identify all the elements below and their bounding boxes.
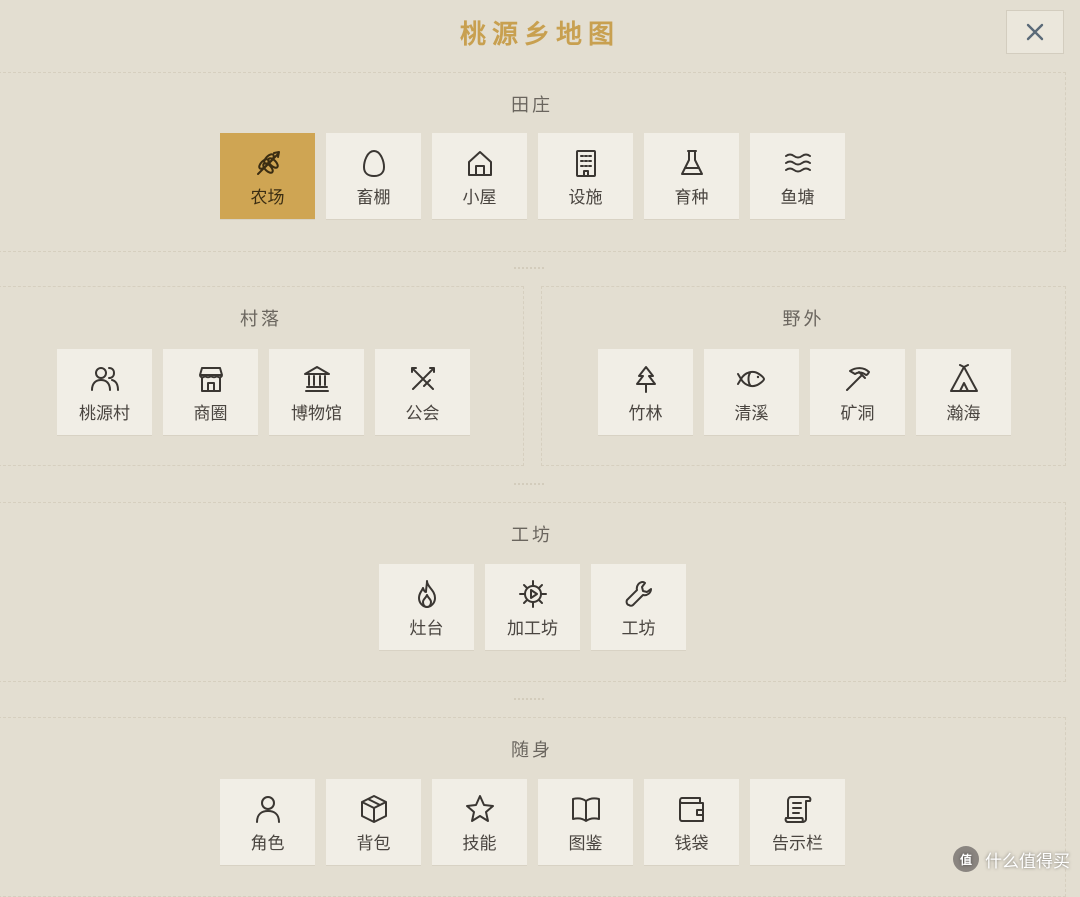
book-icon	[570, 793, 602, 825]
tile-tianzhuang-2[interactable]: 小屋	[432, 133, 527, 219]
gear-icon	[517, 578, 549, 610]
section-title: 随身	[511, 740, 553, 761]
tile-suishen-3[interactable]: 图鉴	[538, 779, 633, 865]
tile-label: 小屋	[462, 188, 497, 208]
tile-label: 畜棚	[356, 188, 391, 208]
tile-yewai-2[interactable]: 矿洞	[810, 349, 905, 435]
tile-label: 灶台	[409, 619, 444, 639]
tile-gongfang-1[interactable]: 加工坊	[485, 564, 580, 650]
tile-label: 角色	[250, 834, 285, 854]
waves-icon	[782, 147, 814, 179]
page-title: 桃源乡地图	[459, 20, 620, 50]
close-button[interactable]	[1006, 10, 1064, 54]
tile-tianzhuang-5[interactable]: 鱼塘	[750, 133, 845, 219]
tile-label: 育种	[674, 188, 709, 208]
flame-icon	[411, 578, 443, 610]
tile-gongfang-2[interactable]: 工坊	[591, 564, 686, 650]
section-suishen: 随身 角色 背包 技能 图鉴 钱袋 告示栏	[0, 717, 1066, 897]
watermark: 值 什么值得买	[953, 846, 1070, 872]
tile-row: 竹林 清溪 矿洞 瀚海	[598, 349, 1011, 435]
tile-row: 农场 畜棚 小屋 设施 育种 鱼塘	[220, 133, 845, 219]
tile-suishen-2[interactable]: 技能	[432, 779, 527, 865]
wheat-icon	[252, 147, 284, 179]
section-title: 野外	[782, 309, 825, 330]
tile-cunluo-3[interactable]: 公会	[375, 349, 470, 435]
building-icon	[570, 147, 602, 179]
tile-cunluo-1[interactable]: 商圈	[163, 349, 258, 435]
tile-label: 技能	[462, 834, 497, 854]
box-icon	[358, 793, 390, 825]
tree-icon	[630, 363, 662, 395]
scroll-icon	[782, 793, 814, 825]
tile-suishen-1[interactable]: 背包	[326, 779, 421, 865]
tile-tianzhuang-1[interactable]: 畜棚	[326, 133, 421, 219]
tile-label: 钱袋	[674, 834, 709, 854]
watermark-badge: 值	[953, 846, 979, 872]
star-icon	[464, 793, 496, 825]
wrench-icon	[623, 578, 655, 610]
section-yewai: 野外 竹林 清溪 矿洞 瀚海	[541, 286, 1066, 466]
tile-label: 鱼塘	[780, 188, 815, 208]
tile-label: 加工坊	[507, 619, 558, 639]
tile-yewai-1[interactable]: 清溪	[704, 349, 799, 435]
tile-gongfang-0[interactable]: 灶台	[379, 564, 474, 650]
tile-label: 背包	[356, 834, 391, 854]
tile-label: 图鉴	[568, 834, 603, 854]
tile-suishen-5[interactable]: 告示栏	[750, 779, 845, 865]
pickaxe-icon	[842, 363, 874, 395]
watermark-text: 什么值得买	[985, 851, 1070, 872]
house-icon	[464, 147, 496, 179]
swords-icon	[407, 363, 439, 395]
connector	[514, 698, 544, 700]
tile-row: 角色 背包 技能 图鉴 钱袋 告示栏	[220, 779, 845, 865]
tile-label: 桃源村	[79, 404, 130, 424]
tile-label: 农场	[250, 188, 285, 208]
tile-suishen-4[interactable]: 钱袋	[644, 779, 739, 865]
tile-yewai-3[interactable]: 瀚海	[916, 349, 1011, 435]
wallet-icon	[676, 793, 708, 825]
tile-row: 灶台 加工坊 工坊	[379, 564, 686, 650]
section-title: 村落	[240, 309, 282, 330]
section-gongfang: 工坊 灶台 加工坊 工坊	[0, 502, 1066, 682]
tile-label: 工坊	[621, 619, 656, 639]
fish-icon	[736, 363, 768, 395]
store-icon	[195, 363, 227, 395]
tile-tianzhuang-4[interactable]: 育种	[644, 133, 739, 219]
tile-label: 竹林	[628, 404, 663, 424]
tile-label: 清溪	[734, 404, 769, 424]
tile-row: 桃源村 商圈 博物馆 公会	[57, 349, 470, 435]
section-tianzhuang: 田庄 农场 畜棚 小屋 设施 育种 鱼塘	[0, 72, 1066, 252]
tile-tianzhuang-3[interactable]: 设施	[538, 133, 633, 219]
tile-label: 设施	[568, 188, 603, 208]
flask-icon	[676, 147, 708, 179]
tile-label: 告示栏	[772, 834, 823, 854]
tent-icon	[948, 363, 980, 395]
egg-icon	[358, 147, 390, 179]
tile-label: 博物馆	[291, 404, 342, 424]
tile-tianzhuang-0[interactable]: 农场	[220, 133, 315, 219]
tile-suishen-0[interactable]: 角色	[220, 779, 315, 865]
close-icon	[1026, 23, 1044, 41]
museum-icon	[301, 363, 333, 395]
tile-cunluo-0[interactable]: 桃源村	[57, 349, 152, 435]
tile-yewai-0[interactable]: 竹林	[598, 349, 693, 435]
tile-label: 瀚海	[946, 404, 981, 424]
user-icon	[252, 793, 284, 825]
tile-label: 矿洞	[840, 404, 875, 424]
tile-cunluo-2[interactable]: 博物馆	[269, 349, 364, 435]
tile-label: 公会	[405, 404, 440, 424]
section-title: 工坊	[511, 525, 553, 546]
section-title: 田庄	[511, 95, 553, 116]
connector	[514, 267, 544, 269]
tile-label: 商圈	[193, 404, 228, 424]
connector	[514, 483, 544, 485]
users-icon	[89, 363, 121, 395]
section-cunluo: 村落 桃源村 商圈 博物馆 公会	[0, 286, 524, 466]
